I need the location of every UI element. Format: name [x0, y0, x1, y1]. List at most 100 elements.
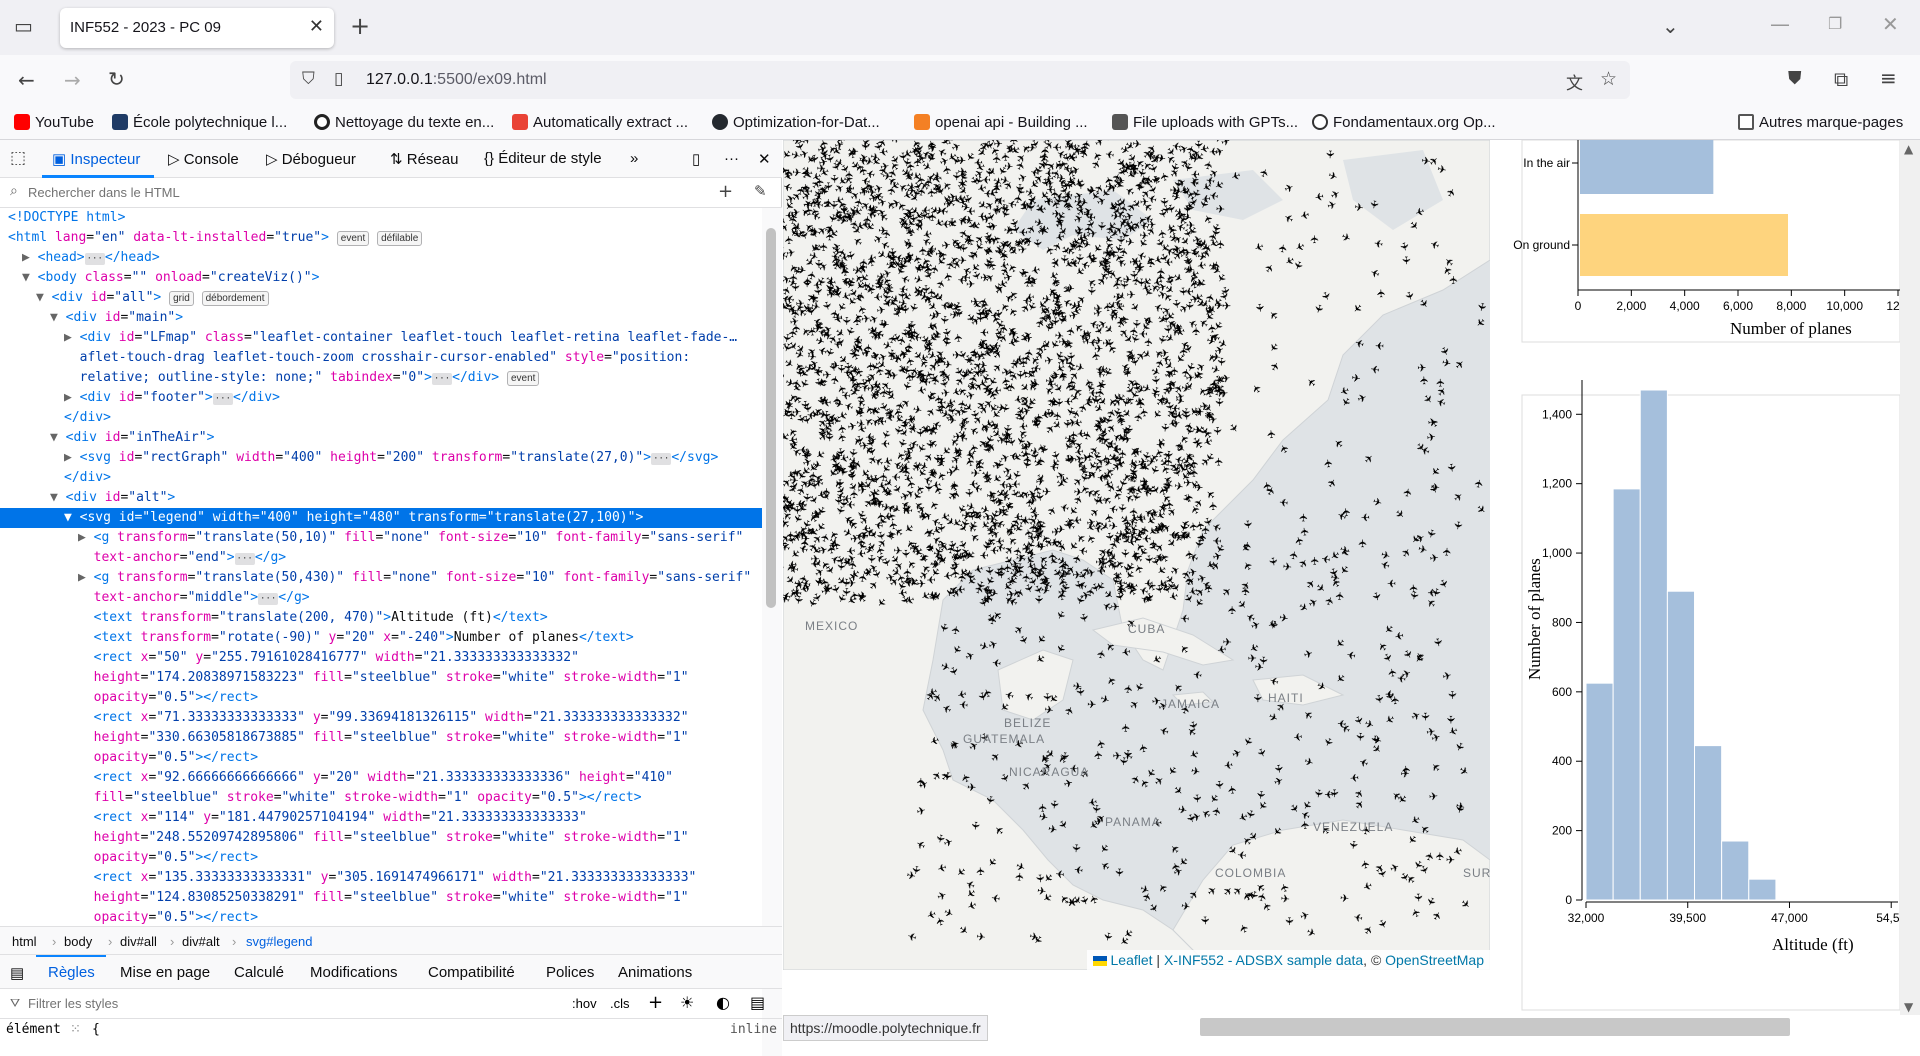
plane-icon[interactable]: ✈	[1158, 723, 1171, 738]
plane-icon[interactable]: ✈	[918, 510, 928, 523]
devtools-menu-icon[interactable]: ···	[724, 150, 739, 167]
plane-icon[interactable]: ✈	[784, 530, 797, 540]
plane-icon[interactable]: ✈	[1417, 362, 1426, 375]
plane-icon[interactable]: ✈	[822, 198, 836, 208]
data-source-link[interactable]: X-INF552 - ADSBX sample data	[1164, 952, 1363, 968]
plane-icon[interactable]: ✈	[1254, 746, 1270, 759]
plane-icon[interactable]: ✈	[857, 589, 868, 603]
plane-icon[interactable]: ✈	[1036, 803, 1049, 813]
plane-icon[interactable]: ✈	[1083, 207, 1093, 220]
tab-changes[interactable]: Modifications	[310, 964, 398, 981]
plane-icon[interactable]: ✈	[913, 428, 926, 437]
plane-icon[interactable]: ✈	[1023, 497, 1037, 508]
plane-icon[interactable]: ✈	[1212, 534, 1222, 547]
plane-icon[interactable]: ✈	[1127, 697, 1142, 713]
plane-icon[interactable]: ✈	[878, 224, 887, 237]
plane-icon[interactable]: ✈	[1447, 275, 1460, 285]
dock-icon[interactable]: ▯	[692, 150, 700, 168]
plane-icon[interactable]: ✈	[1053, 641, 1069, 655]
plane-icon[interactable]: ✈	[1323, 149, 1336, 159]
markup-line[interactable]: opacity="0.5"></rect>	[0, 908, 258, 928]
plane-icon[interactable]: ✈	[1019, 197, 1029, 211]
plane-icon[interactable]: ✈	[1451, 489, 1466, 505]
plane-icon[interactable]: ✈	[949, 642, 965, 657]
eyedropper-icon[interactable]: ✎	[754, 182, 767, 200]
bookmark-optimization[interactable]: Optimization-for-Dat...	[712, 114, 880, 131]
plane-icon[interactable]: ✈	[849, 145, 859, 158]
plane-icon[interactable]: ✈	[867, 186, 876, 199]
plane-icon[interactable]: ✈	[1096, 841, 1112, 856]
plane-icon[interactable]: ✈	[974, 866, 988, 876]
plane-icon[interactable]: ✈	[1356, 539, 1369, 548]
plane-icon[interactable]: ✈	[1130, 379, 1144, 390]
plane-icon[interactable]: ✈	[1356, 391, 1369, 406]
tab-animations[interactable]: Animations	[618, 964, 692, 981]
plane-icon[interactable]: ✈	[1062, 704, 1078, 718]
plane-icon[interactable]: ✈	[1441, 669, 1453, 684]
restore-icon[interactable]: ❐	[1828, 14, 1842, 33]
plane-icon[interactable]: ✈	[1183, 576, 1196, 585]
plane-icon[interactable]: ✈	[846, 498, 855, 511]
plane-icon[interactable]: ✈	[1324, 476, 1340, 491]
markup-line[interactable]: aflet-touch-drag leaflet-touch-zoom cros…	[0, 348, 691, 368]
plane-icon[interactable]: ✈	[833, 479, 846, 488]
plane-icon[interactable]: ✈	[948, 480, 961, 490]
plane-icon[interactable]: ✈	[862, 343, 875, 353]
plane-icon[interactable]: ✈	[1473, 502, 1488, 518]
plane-icon[interactable]: ✈	[1357, 754, 1370, 769]
plane-icon[interactable]: ✈	[833, 310, 843, 324]
tab-style-editor[interactable]: {} Éditeur de style	[484, 150, 602, 167]
markup-line[interactable]: text-anchor="middle"> ··· </g>	[0, 588, 310, 608]
plane-icon[interactable]: ✈	[865, 430, 875, 443]
plane-icon[interactable]: ✈	[1155, 880, 1171, 895]
other-bookmarks[interactable]: Autres marque-pages	[1738, 114, 1903, 131]
plane-icon[interactable]: ✈	[936, 621, 951, 634]
plane-icon[interactable]: ✈	[1418, 712, 1431, 722]
element-selector[interactable]: élément	[6, 1022, 61, 1037]
plane-icon[interactable]: ✈	[975, 691, 990, 703]
plane-icon[interactable]: ✈	[1174, 322, 1183, 335]
translate-icon[interactable]: 文	[1566, 69, 1583, 94]
plane-icon[interactable]: ✈	[1021, 277, 1035, 288]
plane-icon[interactable]: ✈	[1456, 764, 1471, 780]
plane-icon[interactable]: ✈	[1033, 631, 1049, 646]
plane-icon[interactable]: ✈	[1387, 577, 1396, 590]
plane-icon[interactable]: ✈	[1168, 411, 1182, 421]
reload-icon[interactable]: ↻	[108, 67, 125, 91]
plane-icon[interactable]: ✈	[813, 177, 827, 188]
plane-icon[interactable]: ✈	[1171, 680, 1187, 696]
grid-icon[interactable]: ⁙	[70, 1022, 81, 1037]
more-tabs-icon[interactable]: »	[630, 150, 638, 167]
markup-line[interactable]: <rect x="114" y="181.44790257104194" wid…	[0, 808, 587, 828]
plane-icon[interactable]: ✈	[1142, 532, 1152, 545]
plane-icon[interactable]: ✈	[979, 548, 988, 561]
plane-icon[interactable]: ✈	[981, 260, 994, 269]
plane-icon[interactable]: ✈	[1420, 392, 1436, 407]
print-icon[interactable]: ▤	[750, 993, 765, 1012]
plane-icon[interactable]: ✈	[1271, 763, 1285, 774]
plane-icon[interactable]: ✈	[822, 581, 833, 595]
markup-line[interactable]: <rect x="135.33333333333331" y="305.1691…	[0, 868, 697, 888]
plane-icon[interactable]: ✈	[1417, 542, 1429, 557]
plane-icon[interactable]: ✈	[1452, 803, 1467, 815]
plane-icon[interactable]: ✈	[1278, 495, 1289, 509]
plane-icon[interactable]: ✈	[1162, 457, 1176, 467]
markup-line[interactable]: ▶ <g transform="translate(50,430)" fill=…	[0, 568, 751, 588]
plane-icon[interactable]: ✈	[1069, 843, 1083, 854]
plane-icon[interactable]: ✈	[1333, 670, 1348, 686]
plane-icon[interactable]: ✈	[1135, 510, 1146, 524]
plane-icon[interactable]: ✈	[783, 368, 785, 382]
markup-line[interactable]: ▼ <div id="main">	[0, 308, 183, 328]
bookmark-polytechnique[interactable]: École polytechnique l...	[112, 114, 287, 131]
bookmark-openai-api[interactable]: openai api - Building ...	[914, 114, 1088, 131]
plane-icon[interactable]: ✈	[898, 348, 909, 362]
plane-icon[interactable]: ✈	[1207, 501, 1220, 511]
forward-icon[interactable]: →	[64, 68, 81, 92]
plane-icon[interactable]: ✈	[1441, 547, 1455, 557]
plane-icon[interactable]: ✈	[1369, 362, 1380, 376]
dark-scheme-icon[interactable]: ◐	[716, 993, 730, 1012]
plane-icon[interactable]: ✈	[1047, 822, 1059, 837]
plane-icon[interactable]: ✈	[1187, 521, 1201, 532]
plane-icon[interactable]: ✈	[1225, 784, 1239, 795]
plane-icon[interactable]: ✈	[1073, 485, 1084, 499]
